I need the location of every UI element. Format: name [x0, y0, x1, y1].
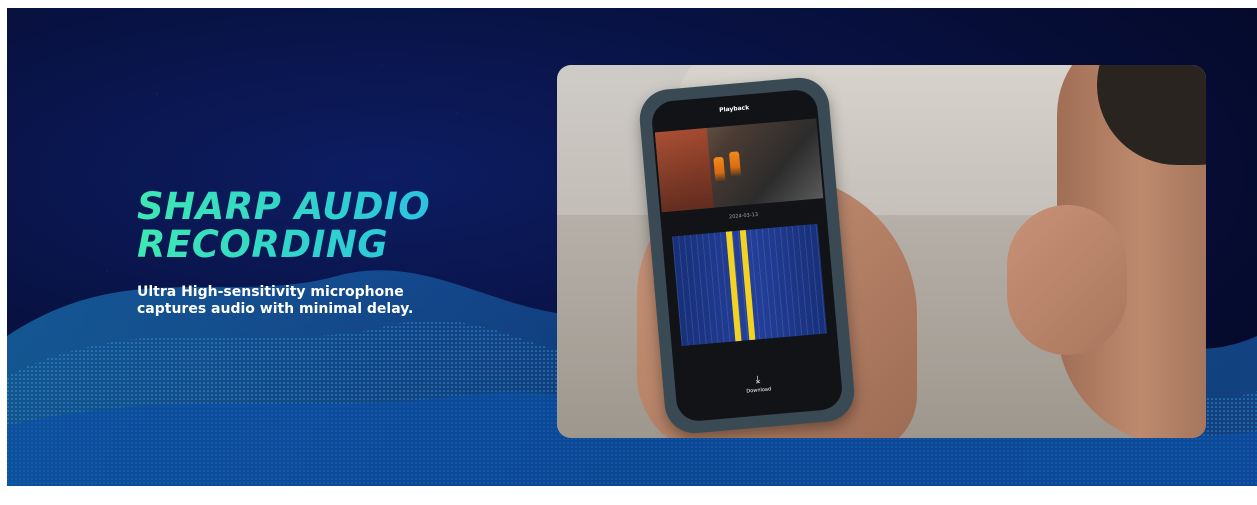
- playback-timeline[interactable]: [672, 223, 828, 347]
- product-photo: Playback 2024-03-13 ⤓ Download: [557, 65, 1206, 438]
- phone-screen: Playback 2024-03-13 ⤓ Download: [650, 88, 844, 423]
- title-line-2: RECORDING: [137, 223, 389, 266]
- hero-banner: SHARP AUDIO RECORDING Ultra High-sensiti…: [7, 8, 1257, 486]
- camera-feed: [654, 118, 824, 213]
- worker-figure: [713, 156, 726, 184]
- title-line-1: SHARP AUDIO: [137, 185, 431, 228]
- smartphone: Playback 2024-03-13 ⤓ Download: [637, 75, 857, 436]
- worker-figure: [728, 151, 742, 179]
- person-fist: [1007, 205, 1127, 355]
- page: SHARP AUDIO RECORDING Ultra High-sensiti…: [0, 0, 1257, 505]
- screen-title: Playback: [718, 104, 750, 114]
- warehouse-rack: [654, 128, 714, 213]
- subtitle: Ultra High-sensitivity microphone captur…: [137, 284, 414, 317]
- download-button[interactable]: ⤓ Download: [675, 368, 842, 400]
- page-title: SHARP AUDIO RECORDING: [137, 188, 517, 264]
